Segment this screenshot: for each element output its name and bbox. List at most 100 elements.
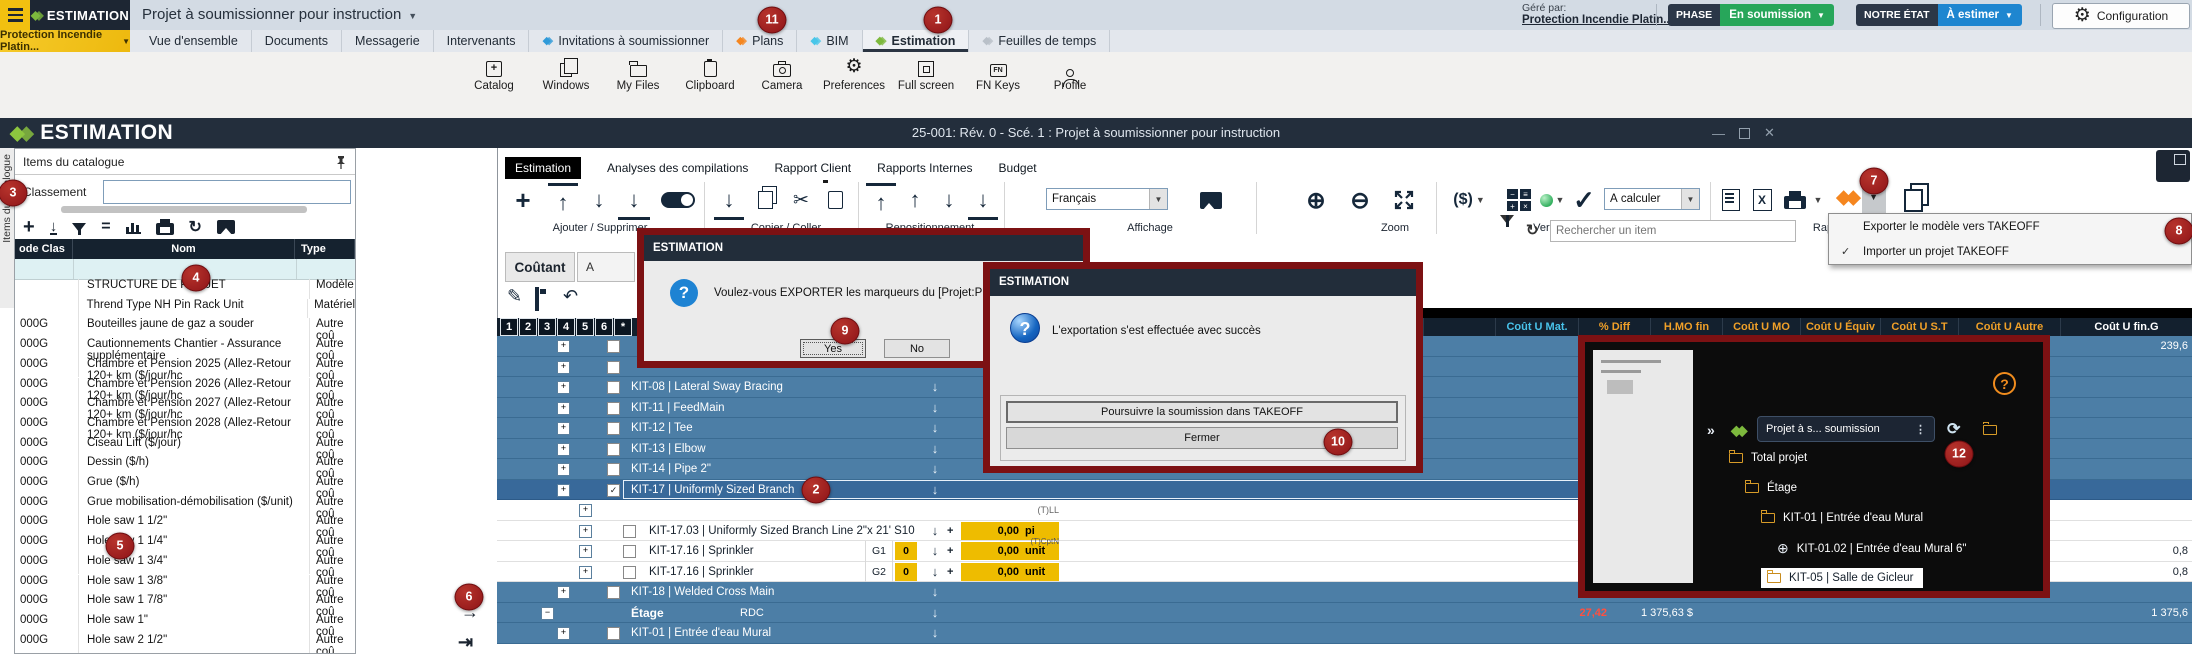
menu-rapport-client[interactable]: Rapport Client	[774, 161, 851, 175]
copy-icon[interactable]	[750, 183, 780, 217]
import-lines-icon[interactable]: ↓	[714, 183, 744, 220]
catalog-row[interactable]: 000GGrue ($/h)Autre coû	[15, 476, 355, 496]
down-arrow-icon[interactable]: ↓	[927, 377, 943, 398]
tree-expand-icon[interactable]: +	[579, 566, 592, 579]
column-header-type[interactable]: Type	[295, 239, 355, 259]
catalog-row[interactable]: 000GHole saw 2 1/2"Autre coû	[15, 634, 355, 653]
tree-expand-icon[interactable]: +	[557, 381, 570, 394]
row-checkbox[interactable]	[623, 545, 636, 558]
menu-item-export-takeoff[interactable]: Exporter le modèle vers TAKEOFF	[1829, 214, 2191, 239]
tab-vue-d-ensemble[interactable]: Vue d'ensemble	[136, 30, 252, 52]
chart-icon[interactable]	[126, 220, 141, 234]
row-checkbox[interactable]	[607, 586, 620, 599]
minimize-button[interactable]: —	[1712, 126, 1725, 141]
paste-icon[interactable]	[820, 183, 850, 217]
plus-icon[interactable]: +	[947, 562, 953, 583]
dock-item-profile[interactable]: Profile	[1034, 55, 1106, 92]
down-arrow-icon[interactable]: ↓	[927, 521, 943, 542]
restore-button[interactable]	[1739, 128, 1750, 139]
grid-row[interactable]	[497, 644, 2192, 654]
plus-icon[interactable]: +	[947, 541, 953, 562]
menu-estimation[interactable]: Estimation	[505, 157, 581, 179]
tab-documents[interactable]: Documents	[252, 30, 342, 52]
grid-column-header-co-t-u-quiv[interactable]: Coût U Équiv	[1800, 318, 1880, 336]
tab-intervenants[interactable]: Intervenants	[434, 30, 530, 52]
down-arrow-icon[interactable]: ↓	[927, 623, 943, 644]
column-number[interactable]: 6	[595, 318, 613, 336]
down-arrow-icon[interactable]: ↓	[927, 480, 943, 501]
pin-icon[interactable]	[335, 155, 347, 169]
sync-icon[interactable]: ⟳	[1947, 419, 1960, 439]
column-number[interactable]: 3	[538, 318, 556, 336]
grid-column-header-co-t-u-autre[interactable]: Coût U Autre	[1958, 318, 2060, 336]
catalog-row[interactable]: 000GHole saw 1 3/8"Autre coû	[15, 575, 355, 595]
down-arrow-icon[interactable]: ↓	[927, 398, 943, 419]
tree-expand-icon[interactable]: +	[579, 504, 592, 517]
phase-pill[interactable]: PHASE En soumission▼	[1668, 4, 1834, 26]
dock-item-clipboard[interactable]: Clipboard	[674, 55, 746, 92]
managed-by-link[interactable]: Protection Incendie Platin...	[1522, 14, 1673, 26]
dock-item-camera[interactable]: Camera	[746, 55, 818, 92]
move-up-icon[interactable]: ↑	[900, 183, 930, 217]
help-icon[interactable]: ?	[1993, 372, 2016, 395]
validate-icon[interactable]: ✓	[1568, 183, 1600, 217]
tree-item-kit-01-02-entr-e-d-eau-mural-6[interactable]: ⊕KIT-01.02 | Entrée d'eau Mural 6"	[1777, 540, 1966, 557]
continue-takeoff-button[interactable]: Poursuivre la soumission dans TAKEOFF	[1006, 401, 1398, 423]
catalog-row[interactable]: 000GChambre et Pension 2028 (Allez-Retou…	[15, 417, 355, 437]
kebab-menu-icon[interactable]: ⋮	[1915, 423, 1926, 436]
import-icon[interactable]: ↓	[50, 220, 58, 235]
grid-column-header-co-t-u-fin-g[interactable]: Coût U fin.G	[2060, 318, 2192, 336]
chevron-down-icon[interactable]: ▼	[1812, 183, 1824, 217]
column-number[interactable]: *	[614, 318, 632, 336]
tree-expand-icon[interactable]: +	[557, 402, 570, 415]
quantity-cell[interactable]: 0,00unit	[961, 563, 1059, 581]
tree-expand-icon[interactable]: +	[557, 422, 570, 435]
column-number[interactable]: 1	[500, 318, 518, 336]
catalog-row[interactable]: 000GHole saw 1 1/4"Autre coû	[15, 535, 355, 555]
remove-all-icon[interactable]: ↓	[618, 183, 650, 220]
down-arrow-icon[interactable]: ↓	[927, 582, 943, 603]
tab-plans[interactable]: ◆◆Plans	[723, 30, 797, 52]
row-checkbox[interactable]	[607, 361, 620, 374]
tree-expand-icon[interactable]: +	[557, 443, 570, 456]
image-icon[interactable]	[217, 220, 235, 234]
org-selector-dropdown[interactable]: Protection Incendie Platin...▼	[0, 30, 130, 52]
tree-item-kit-05-salle-de-gicleur[interactable]: KIT-05 | Salle de Gicleur	[1761, 568, 1923, 588]
column-number[interactable]: 2	[519, 318, 537, 336]
dock-item-windows[interactable]: Windows	[530, 55, 602, 92]
panel-layout-icon[interactable]	[2156, 150, 2190, 182]
down-arrow-icon[interactable]: ↓	[927, 603, 943, 624]
down-arrow-icon[interactable]: ↓	[927, 541, 943, 562]
group-cell[interactable]: G1	[865, 541, 893, 562]
takeoff-project-selector[interactable]: Projet à s... soumission ⋮	[1757, 416, 1935, 442]
dock-item-full-screen[interactable]: Full screen	[890, 55, 962, 92]
status-dot-dropdown[interactable]: ▼	[1538, 183, 1566, 217]
dock-item-catalog[interactable]: +Catalog	[458, 55, 530, 92]
menu-budget[interactable]: Budget	[999, 161, 1037, 175]
zoom-fit-icon[interactable]	[1388, 183, 1420, 217]
tab-feuilles-de-temps[interactable]: ◆◆Feuilles de temps	[969, 30, 1110, 52]
dock-item-my-files[interactable]: My Files	[602, 55, 674, 92]
tab-messagerie[interactable]: Messagerie	[342, 30, 434, 52]
move-top-icon[interactable]: ↑	[866, 183, 896, 220]
tree-item-kit-01-entr-e-d-eau-mural[interactable]: KIT-01 | Entrée d'eau Mural	[1761, 512, 1923, 524]
tree-expand-icon[interactable]: +	[579, 525, 592, 538]
grid-column-header-diff[interactable]: % Diff	[1578, 318, 1650, 336]
catalog-row[interactable]: 000GChambre et Pension 2026 (Allez-Retou…	[15, 378, 355, 398]
sheet-tab-coutant[interactable]: Coûtant	[505, 252, 575, 282]
dialog-title[interactable]: ESTIMATION	[990, 269, 1416, 296]
tab-bim[interactable]: ◆◆BIM	[797, 30, 862, 52]
catalog-row[interactable]: 000GHole saw 1 3/4"Autre coû	[15, 555, 355, 575]
image-display-icon[interactable]	[1196, 183, 1226, 217]
report-document-icon[interactable]	[1718, 183, 1744, 217]
zoom-out-icon[interactable]: ⊖	[1344, 183, 1376, 217]
group-cell[interactable]: G2	[865, 562, 893, 583]
refresh-icon[interactable]: ↻	[189, 217, 202, 237]
row-checkbox[interactable]	[623, 566, 636, 579]
save-icon[interactable]	[535, 289, 539, 310]
move-bottom-icon[interactable]: ↓	[968, 183, 998, 220]
down-arrow-icon[interactable]: ↓	[927, 562, 943, 583]
search-input[interactable]	[1550, 220, 1796, 242]
grid-filter-icon[interactable]	[1500, 224, 1514, 242]
remove-row-icon[interactable]: ↓	[584, 183, 614, 217]
